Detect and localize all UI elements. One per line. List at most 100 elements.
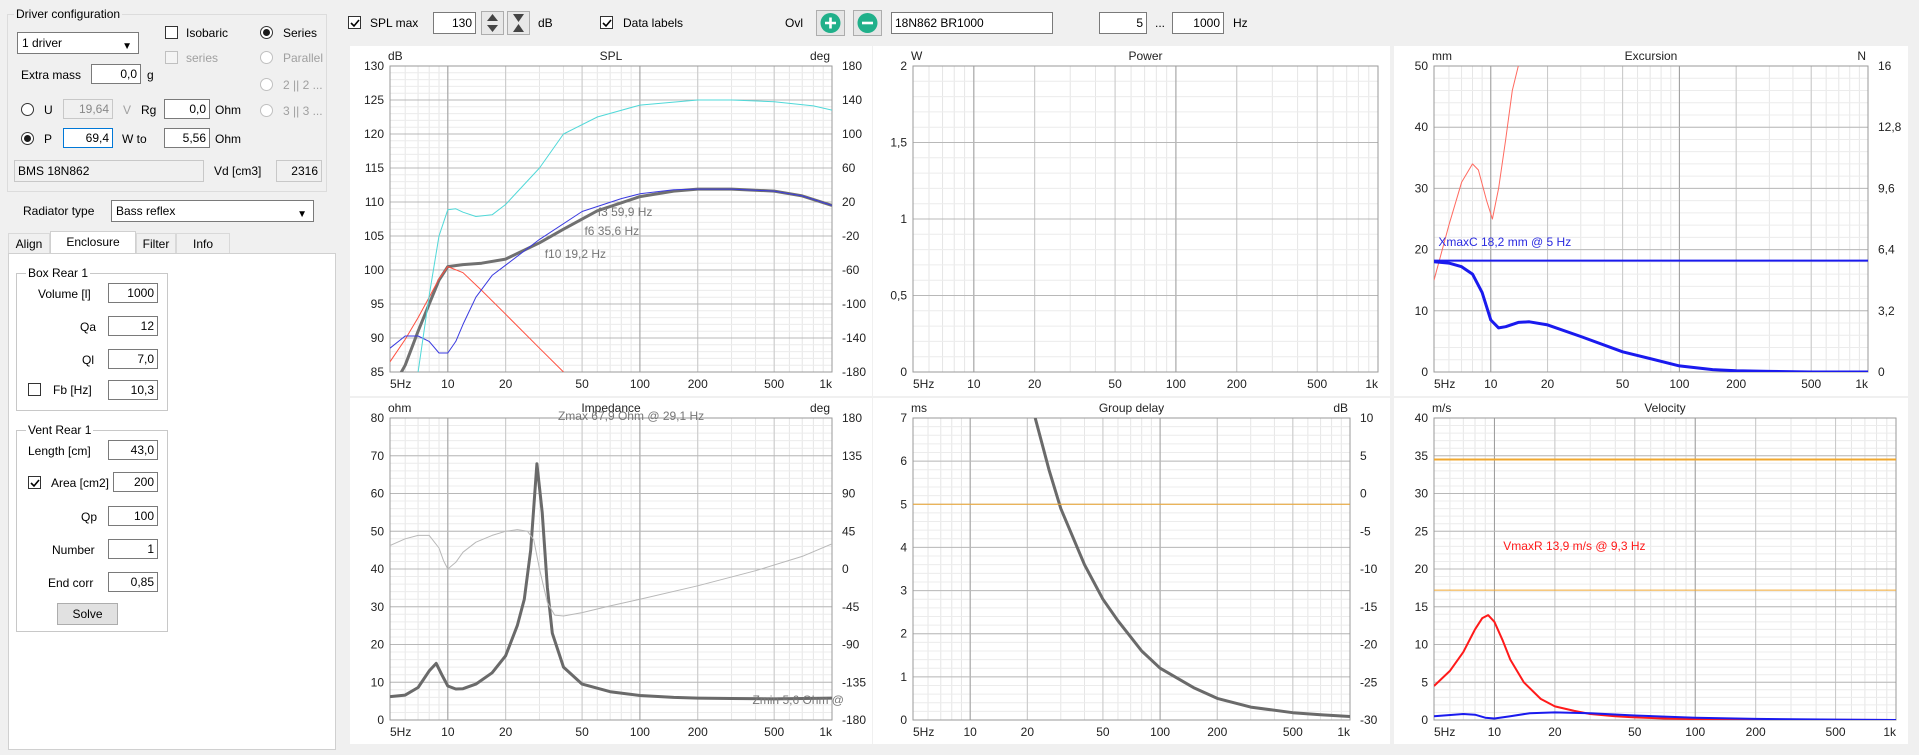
solve-button[interactable]: Solve bbox=[57, 603, 118, 625]
group-delay-chart[interactable]: 5Hz 10 20 50 100 200 500 1k 7 6 5 4 3 2 1 0 10 5 0 -5 -10 -15… bbox=[873, 398, 1390, 744]
fb-field[interactable]: 10,3 bbox=[108, 380, 158, 400]
y-tick-label: 30 bbox=[1415, 487, 1429, 501]
x-tick-label: 500 bbox=[1826, 725, 1846, 739]
p-radio[interactable] bbox=[21, 132, 34, 145]
option-2p2-radio[interactable] bbox=[260, 78, 273, 91]
y-tick-label: 1 bbox=[900, 212, 907, 226]
u-label: U bbox=[44, 103, 53, 117]
x-tick-label: 500 bbox=[1283, 725, 1303, 739]
ql-label: Ql bbox=[82, 353, 94, 367]
x-tick-label: 20 bbox=[1548, 725, 1562, 739]
length-field[interactable]: 43,0 bbox=[108, 440, 158, 460]
parallel-radio[interactable] bbox=[260, 51, 273, 64]
power-chart[interactable]: 5Hz 10 20 50 100 200 500 1k 2 1,5 1 0,5 0 Power W bbox=[873, 46, 1390, 396]
y-axis-label: ohm bbox=[388, 401, 411, 415]
length-label: Length [cm] bbox=[28, 444, 91, 458]
series-checkbox-label: series bbox=[186, 51, 219, 65]
x-tick-label: 10 bbox=[1488, 725, 1502, 739]
minus-circle-icon bbox=[857, 13, 878, 33]
freq-max-field[interactable]: 1000 bbox=[1172, 12, 1224, 34]
impedance-chart[interactable]: 5Hz 10 20 50 100 200 500 1k 80 70 60 50 40 30 20 10 0 180… bbox=[350, 398, 872, 744]
y2-tick-label: -30 bbox=[1360, 713, 1378, 727]
spl-max-field[interactable]: 130 bbox=[433, 12, 476, 34]
x-tick-label: 100 bbox=[1166, 377, 1186, 391]
x-tick-label: 5Hz bbox=[913, 725, 934, 739]
fb-checkbox[interactable] bbox=[28, 383, 41, 396]
u-radio[interactable] bbox=[21, 103, 34, 116]
velocity-chart[interactable]: 5Hz 10 20 50 100 200 500 1k 40 35 30 25 20 15 10 5 0 Velo… bbox=[1394, 398, 1908, 744]
x-tick-label: 200 bbox=[1207, 725, 1227, 739]
spl-max-label: SPL max bbox=[370, 16, 419, 30]
option-3p3-radio[interactable] bbox=[260, 104, 273, 117]
y-tick-label: 90 bbox=[371, 331, 385, 345]
x-tick-label: 100 bbox=[1150, 725, 1170, 739]
checkmark-icon bbox=[30, 479, 40, 488]
y-tick-label: 25 bbox=[1415, 524, 1429, 538]
ql-field[interactable]: 7,0 bbox=[108, 349, 158, 369]
x-tick-label: 1k bbox=[819, 377, 833, 391]
isobaric-checkbox[interactable] bbox=[165, 26, 178, 39]
tab-info[interactable]: Info bbox=[176, 233, 230, 253]
volume-field[interactable]: 1000 bbox=[108, 283, 158, 303]
qp-field[interactable]: 100 bbox=[108, 506, 158, 526]
chart-annotation: f3 59,9 Hz bbox=[598, 205, 653, 219]
data-labels-checkbox[interactable] bbox=[600, 16, 613, 29]
driver-config-title: Driver configuration bbox=[14, 7, 123, 21]
spl-collapse-button[interactable] bbox=[507, 11, 530, 35]
number-field[interactable]: 1 bbox=[108, 539, 158, 559]
y-axis-label: dB bbox=[388, 49, 403, 63]
y2-axis-label: N bbox=[1857, 49, 1866, 63]
series-radio[interactable] bbox=[260, 26, 273, 39]
y-tick-label: 85 bbox=[371, 365, 385, 379]
radiator-type-label: Radiator type bbox=[23, 204, 95, 218]
freq-unit: Hz bbox=[1233, 16, 1248, 30]
radiator-type-value: Bass reflex bbox=[116, 204, 176, 218]
drivers-select[interactable]: 1 driver ▼ bbox=[17, 32, 139, 54]
p-field[interactable]: 69,4 bbox=[63, 128, 113, 148]
area-label: Area [cm2] bbox=[51, 476, 109, 490]
series-checkbox[interactable] bbox=[165, 51, 178, 64]
chart-annotation: f10 19,2 Hz bbox=[545, 247, 606, 261]
tab-enclosure[interactable]: Enclosure bbox=[50, 231, 136, 253]
checkmark-icon bbox=[602, 19, 612, 28]
y-tick-label: 5 bbox=[900, 497, 907, 511]
spl-chart[interactable]: 5Hz 10 20 50 100 200 500 1k 130 125 120 115 110 105 10… bbox=[350, 46, 872, 396]
radiator-type-select[interactable]: Bass reflex ▼ bbox=[111, 200, 314, 222]
area-field[interactable]: 200 bbox=[113, 472, 158, 492]
spl-up-down-button[interactable] bbox=[481, 11, 504, 35]
y-tick-label: 0 bbox=[1421, 365, 1428, 379]
freq-min-field[interactable]: 5 bbox=[1099, 12, 1147, 34]
y2-tick-label: 5 bbox=[1360, 449, 1367, 463]
overlay-name-field[interactable]: 18N862 BR1000 bbox=[891, 12, 1053, 34]
x-tick-label: 50 bbox=[575, 725, 589, 739]
x-tick-label: 200 bbox=[688, 377, 708, 391]
x-tick-label: 5Hz bbox=[390, 725, 411, 739]
x-tick-label: 5Hz bbox=[1434, 725, 1455, 739]
x-tick-label: 100 bbox=[1685, 725, 1705, 739]
vd-field[interactable]: 2316 bbox=[276, 160, 322, 182]
y-tick-label: 0 bbox=[900, 713, 907, 727]
qa-field[interactable]: 12 bbox=[108, 316, 158, 336]
overlay-remove-button[interactable] bbox=[853, 10, 882, 36]
u-field[interactable]: 19,64 bbox=[63, 99, 113, 119]
y-tick-label: 3 bbox=[900, 584, 907, 598]
area-checkbox[interactable] bbox=[28, 476, 41, 489]
y-tick-label: 30 bbox=[371, 600, 385, 614]
overlay-add-button[interactable] bbox=[816, 10, 845, 36]
end-corr-field[interactable]: 0,85 bbox=[108, 572, 158, 592]
tab-align[interactable]: Align bbox=[8, 233, 50, 253]
y-tick-label: 0,5 bbox=[890, 289, 907, 303]
excursion-chart[interactable]: 5Hz 10 20 50 100 200 500 1k 50 40 30 20 10 0 16 12,8 9,6… bbox=[1394, 46, 1908, 396]
extra-mass-field[interactable]: 0,0 bbox=[91, 64, 141, 84]
tab-filter[interactable]: Filter bbox=[136, 233, 176, 253]
y2-tick-label: -20 bbox=[842, 229, 860, 243]
rg-field[interactable]: 0,0 bbox=[164, 99, 210, 119]
driver-name-field[interactable]: BMS 18N862 bbox=[14, 160, 204, 182]
number-label: Number bbox=[52, 543, 95, 557]
spl-max-checkbox[interactable] bbox=[348, 16, 361, 29]
w-to-field[interactable]: 5,56 bbox=[164, 128, 210, 148]
vent-rear-title: Vent Rear 1 bbox=[26, 423, 94, 437]
qp-label: Qp bbox=[81, 510, 98, 524]
y-tick-label: 40 bbox=[1415, 411, 1429, 425]
option-3p3-label: 3 || 3 ... bbox=[283, 104, 323, 118]
